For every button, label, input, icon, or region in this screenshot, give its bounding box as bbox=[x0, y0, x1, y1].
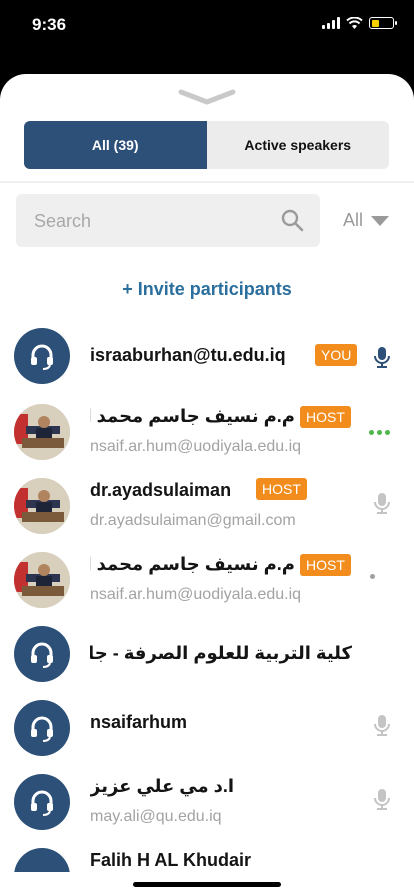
idle-indicator bbox=[370, 574, 375, 579]
caret-down-icon bbox=[371, 215, 390, 226]
avatar bbox=[14, 552, 70, 608]
mic-icon[interactable] bbox=[372, 346, 392, 368]
participant-name: israaburhan@tu.edu.iq bbox=[90, 345, 286, 365]
participant-row[interactable]: Falih H AL Khudair bbox=[0, 838, 414, 872]
participant-email: nsaif.ar.hum@uodiyala.edu.iq bbox=[90, 586, 302, 603]
headset-icon bbox=[14, 700, 70, 756]
tab-active-speakers[interactable]: Active speakers bbox=[207, 121, 390, 169]
participant-email: dr.ayadsulaiman@gmail.com bbox=[90, 512, 296, 529]
status-time: 9:36 bbox=[32, 15, 67, 34]
chevron-down-icon[interactable] bbox=[178, 88, 236, 106]
speaking-indicator bbox=[369, 430, 390, 435]
wifi-icon bbox=[346, 17, 363, 29]
filter-label: All bbox=[343, 210, 364, 230]
headset-icon bbox=[14, 626, 70, 682]
participant-name: م.م نسيف جاسم محمد الخفاجي bbox=[90, 406, 295, 426]
participant-email: may.ali@qu.edu.iq bbox=[90, 808, 222, 825]
home-indicator bbox=[133, 882, 281, 887]
status-bar: 9:36 bbox=[0, 0, 414, 50]
search-input[interactable]: Search bbox=[16, 194, 320, 247]
mic-muted-icon[interactable] bbox=[372, 714, 392, 736]
headset-icon bbox=[14, 848, 70, 872]
search-placeholder: Search bbox=[34, 211, 92, 231]
participants-sheet: All (39) Active speakers Search All + In… bbox=[0, 74, 414, 896]
participant-tabs: All (39) Active speakers bbox=[24, 121, 389, 169]
host-badge: HOST bbox=[300, 554, 351, 576]
tab-all[interactable]: All (39) bbox=[24, 121, 207, 169]
participant-row[interactable]: كلية التربية للعلوم الصرفة - جامعة المثن… bbox=[0, 616, 414, 690]
participant-row[interactable]: ا.د مي علي عزيز may.ali@qu.edu.iq bbox=[0, 764, 414, 838]
participant-name: dr.ayadsulaiman bbox=[90, 480, 232, 500]
avatar bbox=[14, 404, 70, 460]
mic-muted-icon[interactable] bbox=[372, 788, 392, 810]
headset-icon bbox=[14, 774, 70, 830]
status-icons bbox=[322, 17, 397, 29]
participant-name: كلية التربية للعلوم الصرفة - جامعة المثن… bbox=[90, 643, 352, 663]
avatar bbox=[14, 478, 70, 534]
search-icon bbox=[281, 209, 304, 232]
participant-row[interactable]: م.م نسيف جاسم محمد الخفاجي HOST nsaif.ar… bbox=[0, 542, 414, 616]
participant-row[interactable]: nsaifarhum bbox=[0, 690, 414, 764]
host-badge: HOST bbox=[256, 478, 307, 500]
you-badge: YOU bbox=[315, 344, 358, 366]
divider bbox=[0, 181, 414, 183]
participant-name: ا.د مي علي عزيز bbox=[90, 776, 235, 796]
participant-name: Falih H AL Khudair bbox=[90, 850, 252, 870]
participant-name: م.م نسيف جاسم محمد الخفاجي bbox=[90, 554, 295, 574]
host-badge: HOST bbox=[300, 406, 351, 428]
invite-participants-link[interactable]: + Invite participants bbox=[0, 279, 414, 300]
mic-muted-icon[interactable] bbox=[372, 492, 392, 514]
battery-icon bbox=[369, 17, 397, 29]
headset-icon bbox=[14, 328, 70, 384]
signal-icon bbox=[322, 17, 340, 29]
participant-email: nsaif.ar.hum@uodiyala.edu.iq bbox=[90, 438, 302, 455]
participant-row[interactable]: israaburhan@tu.edu.iq YOU bbox=[0, 318, 414, 392]
participant-row[interactable]: dr.ayadsulaiman HOST dr.ayadsulaiman@gma… bbox=[0, 468, 414, 542]
participant-row[interactable]: م.م نسيف جاسم محمد الخفاجي HOST nsaif.ar… bbox=[0, 394, 414, 468]
participant-name: nsaifarhum bbox=[90, 712, 188, 732]
filter-dropdown[interactable]: All bbox=[343, 210, 390, 231]
